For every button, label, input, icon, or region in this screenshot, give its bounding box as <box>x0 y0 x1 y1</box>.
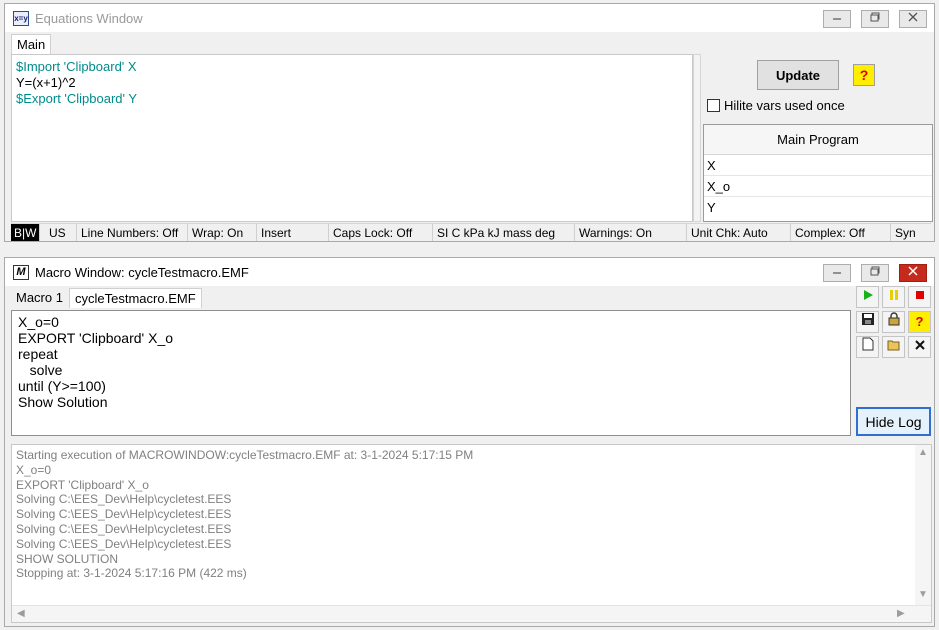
status-syntax[interactable]: Syn <box>891 224 931 241</box>
variable-item[interactable]: Y <box>704 197 932 218</box>
minimize-icon <box>833 18 841 20</box>
tab-cycletestmacro[interactable]: cycleTestmacro.EMF <box>69 288 202 308</box>
close-icon <box>914 340 925 350</box>
equations-title-bar[interactable]: x=y Equations Window <box>5 4 934 32</box>
close-button[interactable] <box>899 264 927 282</box>
log-horizontal-scrollbar[interactable]: ◀ ▶ <box>12 605 931 622</box>
status-bw-toggle[interactable]: B|W <box>11 224 41 241</box>
status-unit-check[interactable]: Unit Chk: Auto <box>687 224 791 241</box>
variable-list-header[interactable]: Main Program <box>704 125 932 155</box>
macro-help-button[interactable]: ? <box>908 311 931 333</box>
hilite-vars-checkbox[interactable]: Hilite vars used once <box>707 98 845 114</box>
log-vertical-scrollbar[interactable]: ▲ ▼ <box>915 445 931 606</box>
equation-line: $Export 'Clipboard' Y <box>16 91 138 106</box>
run-macro-button[interactable] <box>856 286 879 308</box>
macro-window-title: Macro Window: cycleTestmacro.EMF <box>35 265 249 280</box>
restore-icon <box>870 266 880 276</box>
stop-icon <box>915 291 924 299</box>
macro-title-bar[interactable]: M Macro Window: cycleTestmacro.EMF <box>5 258 934 286</box>
minimize-button[interactable] <box>823 264 851 282</box>
tab-macro-1[interactable]: Macro 1 <box>11 288 68 308</box>
equations-side-panel: Update ? Hilite vars used once Main Prog… <box>701 54 933 222</box>
minimize-icon <box>833 272 841 274</box>
lock-macro-button[interactable] <box>882 311 905 333</box>
status-wrap[interactable]: Wrap: On <box>188 224 257 241</box>
stop-macro-button[interactable] <box>908 286 931 308</box>
hilite-vars-label: Hilite vars used once <box>724 98 845 113</box>
status-unit-system[interactable]: SI C kPa kJ mass deg <box>433 224 575 241</box>
variable-item[interactable]: X <box>704 155 932 176</box>
equations-tab-bar: Main <box>11 34 928 54</box>
close-button[interactable] <box>899 10 927 28</box>
equation-line: Y=(x+1)^2 <box>16 75 76 90</box>
variable-item[interactable]: X_o <box>704 176 932 197</box>
status-insert[interactable]: Insert <box>257 224 329 241</box>
log-text: Starting execution of MACROWINDOW:cycleT… <box>16 448 474 581</box>
macro-tab-bar: Macro 1 cycleTestmacro.EMF <box>11 288 928 308</box>
help-icon: ? <box>915 314 924 329</box>
scroll-down-icon[interactable]: ▼ <box>918 589 928 600</box>
lock-icon <box>888 312 899 326</box>
save-icon <box>861 313 874 325</box>
scroll-right-icon[interactable]: ▶ <box>897 608 905 619</box>
status-line-numbers[interactable]: Line Numbers: Off <box>77 224 188 241</box>
equation-line: $Import 'Clipboard' X <box>16 59 137 74</box>
status-complex[interactable]: Complex: Off <box>791 224 891 241</box>
open-folder-icon <box>887 340 899 351</box>
restore-icon <box>870 12 880 22</box>
new-file-icon <box>862 337 873 351</box>
macro-log[interactable]: Starting execution of MACROWINDOW:cycleT… <box>11 444 932 623</box>
update-button[interactable]: Update <box>757 60 839 90</box>
status-caps-lock: Caps Lock: Off <box>329 224 433 241</box>
pause-icon <box>889 290 898 300</box>
macro-editor[interactable]: X_o=0 EXPORT 'Clipboard' X_o repeat solv… <box>11 310 851 436</box>
checkbox-box[interactable] <box>707 99 720 112</box>
new-macro-button[interactable] <box>856 336 879 358</box>
maximize-button[interactable] <box>861 10 889 28</box>
play-icon <box>863 290 873 300</box>
close-macro-button[interactable] <box>908 336 931 358</box>
macro-window-icon: M <box>13 265 29 280</box>
scroll-left-icon[interactable]: ◀ <box>17 608 25 619</box>
minimize-button[interactable] <box>823 10 851 28</box>
status-warnings[interactable]: Warnings: On <box>575 224 687 241</box>
equations-window-title: Equations Window <box>35 11 143 26</box>
equations-window-icon: x=y <box>13 11 29 26</box>
save-macro-button[interactable] <box>856 311 879 333</box>
help-icon[interactable]: ? <box>853 64 875 86</box>
maximize-button[interactable] <box>861 264 889 282</box>
variable-list: Main Program X X_o Y <box>703 124 933 222</box>
status-bar: B|W US Line Numbers: Off Wrap: On Insert… <box>11 223 931 241</box>
equations-editor[interactable]: $Import 'Clipboard' X Y=(x+1)^2 $Export … <box>11 54 693 222</box>
tab-main[interactable]: Main <box>11 34 52 54</box>
hide-log-button[interactable]: Hide Log <box>856 407 931 436</box>
status-units[interactable]: US <box>45 224 77 241</box>
scroll-up-icon[interactable]: ▲ <box>918 447 928 458</box>
equations-splitter[interactable] <box>693 54 701 222</box>
close-icon <box>908 266 918 276</box>
equations-window: x=y Equations Window Main $Import 'Clipb… <box>4 3 935 242</box>
macro-window: M Macro Window: cycleTestmacro.EMF Macro… <box>4 257 935 627</box>
open-macro-button[interactable] <box>882 336 905 358</box>
pause-macro-button[interactable] <box>882 286 905 308</box>
close-icon <box>908 12 918 22</box>
